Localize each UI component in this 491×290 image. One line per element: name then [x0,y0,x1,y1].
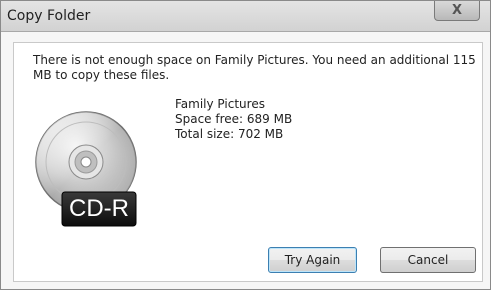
space-free: Space free: 689 MB [175,112,293,126]
error-message: There is not enough space on Family Pict… [33,53,476,82]
total-size: Total size: 702 MB [175,127,284,141]
drive-name: Family Pictures [175,97,265,111]
disc-type-label: CD-R [69,195,129,222]
cancel-button[interactable]: Cancel [380,247,476,273]
try-again-button[interactable]: Try Again [268,247,357,273]
cd-r-disc-icon: CD-R [34,108,144,238]
close-icon: X [451,3,463,18]
dialog-title: Copy Folder [7,8,91,24]
title-bar[interactable]: Copy Folder X [1,1,490,32]
drive-details: Family Pictures Space free: 689 MB Total… [175,97,292,142]
close-button[interactable]: X [434,1,480,21]
copy-folder-dialog: Copy Folder X There is not enough space … [0,0,491,290]
dialog-content: There is not enough space on Family Pict… [13,42,483,282]
